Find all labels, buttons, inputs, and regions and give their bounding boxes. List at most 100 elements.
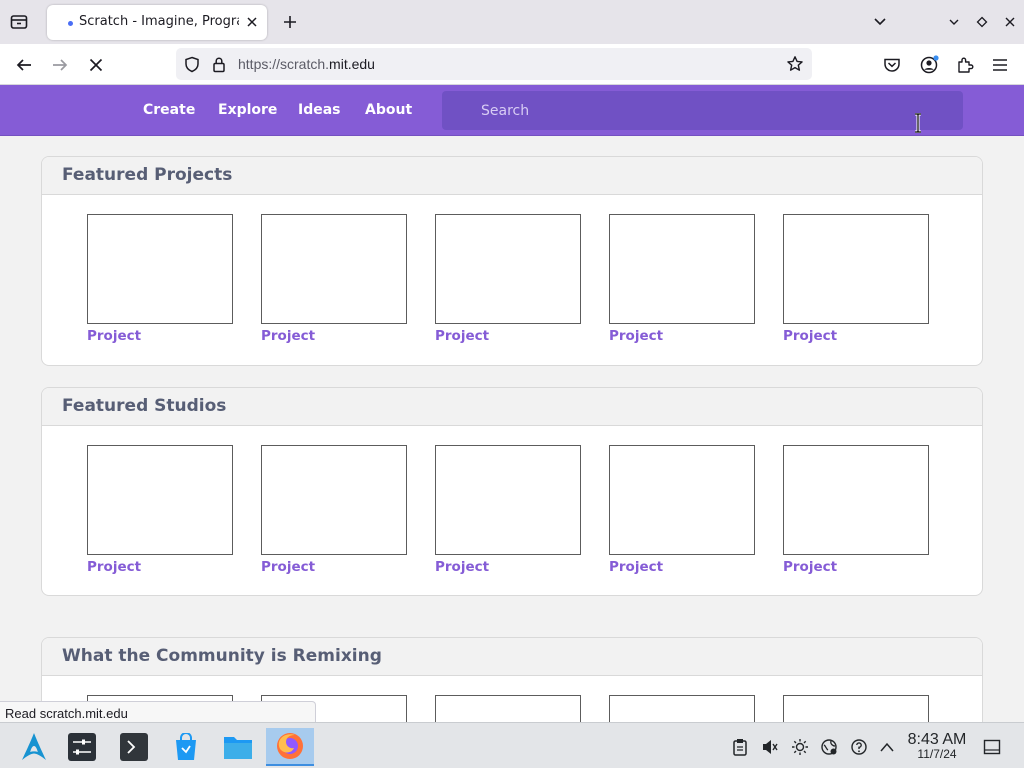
taskbar-files-app[interactable] [218, 728, 258, 766]
tab-list-icon [10, 15, 28, 29]
url-prefix: https://scratch. [238, 56, 330, 72]
forward-button[interactable] [48, 53, 72, 77]
project-tile[interactable] [783, 695, 929, 722]
browser-tab-strip: Scratch - Imagine, Program, Create [0, 0, 1024, 44]
extensions-button[interactable] [953, 53, 977, 77]
project-thumbnail[interactable] [609, 695, 755, 722]
list-all-tabs-button[interactable] [870, 12, 890, 32]
window-maximize-button[interactable] [972, 12, 992, 32]
network-icon[interactable] [819, 737, 839, 757]
project-thumbnail[interactable] [435, 214, 581, 324]
bookmark-star-button[interactable] [786, 55, 804, 73]
project-title-link[interactable]: Project [261, 328, 407, 344]
studio-thumbnail[interactable] [435, 445, 581, 555]
url-bar[interactable]: https://scratch.mit.edu [176, 48, 812, 80]
app-launcher-button[interactable] [14, 728, 54, 766]
studio-tile[interactable]: Project [783, 445, 929, 575]
window-minimize-button[interactable] [944, 12, 964, 32]
new-tab-button[interactable] [280, 12, 300, 32]
clock-date[interactable]: 11/7/24 [898, 747, 976, 761]
window-close-button[interactable] [1000, 12, 1020, 32]
show-desktop-icon[interactable] [982, 737, 1002, 757]
studio-title-link[interactable]: Project [783, 559, 929, 575]
terminal-icon [120, 733, 148, 761]
arch-logo-icon [22, 733, 46, 760]
tab-list-button[interactable] [6, 10, 32, 34]
studio-thumbnail[interactable] [87, 445, 233, 555]
account-button[interactable] [917, 53, 941, 77]
help-icon[interactable] [849, 737, 869, 757]
nav-explore-link[interactable]: Explore [218, 102, 277, 118]
project-tile[interactable] [435, 695, 581, 722]
clipboard-icon[interactable] [730, 737, 750, 757]
tab-title: Scratch - Imagine, Program, Create [79, 14, 239, 29]
close-icon [247, 17, 257, 27]
project-title-link[interactable]: Project [87, 328, 233, 344]
search-input[interactable] [442, 91, 963, 130]
brightness-icon[interactable] [790, 737, 810, 757]
project-thumbnail[interactable] [87, 214, 233, 324]
project-thumbnail[interactable] [261, 214, 407, 324]
browser-navigation-bar: https://scratch.mit.edu [0, 44, 1024, 85]
chevron-down-icon [874, 18, 886, 26]
project-tile[interactable]: Project [435, 214, 581, 344]
volume-muted-icon[interactable] [760, 737, 780, 757]
project-title-link[interactable]: Project [783, 328, 929, 344]
tab-close-button[interactable] [243, 13, 261, 31]
screen: Scratch - Imagine, Program, Create [0, 0, 1024, 768]
project-tile[interactable] [609, 695, 755, 722]
puzzle-icon [958, 57, 974, 73]
project-tile[interactable]: Project [87, 214, 233, 344]
taskbar-terminal-app[interactable] [114, 728, 154, 766]
search-box [442, 91, 963, 130]
project-thumbnail[interactable] [609, 214, 755, 324]
lock-icon[interactable] [210, 55, 228, 73]
tab-scratch[interactable]: Scratch - Imagine, Program, Create [47, 5, 267, 40]
project-title-link[interactable]: Project [435, 328, 581, 344]
studio-title-link[interactable]: Project [261, 559, 407, 575]
text-cursor-icon [915, 113, 921, 133]
taskbar-firefox-app[interactable] [266, 728, 314, 766]
taskbar-discover-app[interactable] [166, 728, 206, 766]
nav-ideas-link[interactable]: Ideas [298, 102, 341, 118]
project-thumbnail[interactable] [783, 214, 929, 324]
section-title: Featured Projects [62, 165, 233, 185]
studio-title-link[interactable]: Project [87, 559, 233, 575]
arrow-left-icon [16, 59, 31, 71]
section-header: What the Community is Remixing [42, 638, 982, 676]
studio-thumbnail[interactable] [261, 445, 407, 555]
project-tile[interactable]: Project [261, 214, 407, 344]
studio-thumbnail[interactable] [783, 445, 929, 555]
section-header: Featured Studios [42, 388, 982, 426]
folder-icon [224, 737, 252, 759]
studio-title-link[interactable]: Project [609, 559, 755, 575]
project-tile[interactable]: Project [609, 214, 755, 344]
back-button[interactable] [12, 53, 36, 77]
section-title: Featured Studios [62, 396, 227, 416]
chevron-up-icon[interactable] [877, 737, 897, 757]
featured-studios-section: Featured Studios Project Project Project… [41, 387, 983, 596]
project-title-link[interactable]: Project [609, 328, 755, 344]
stop-button[interactable] [84, 53, 108, 77]
studio-tile[interactable]: Project [435, 445, 581, 575]
shield-icon[interactable] [183, 55, 201, 73]
nav-create-link[interactable]: Create [143, 102, 195, 118]
nav-about-link[interactable]: About [365, 102, 412, 118]
project-tile[interactable]: Project [783, 214, 929, 344]
project-thumbnail[interactable] [783, 695, 929, 722]
pocket-button[interactable] [880, 53, 904, 77]
main-content: Featured Projects Project Project Projec… [0, 136, 1024, 722]
taskbar-settings-app[interactable] [62, 728, 102, 766]
account-icon [920, 55, 939, 74]
tab-loading-dot [68, 21, 73, 26]
studio-tile[interactable]: Project [87, 445, 233, 575]
close-icon [1005, 17, 1015, 27]
studio-title-link[interactable]: Project [435, 559, 581, 575]
studio-thumbnail[interactable] [609, 445, 755, 555]
studio-tile[interactable]: Project [609, 445, 755, 575]
project-thumbnail[interactable] [435, 695, 581, 722]
settings-sliders-icon [68, 733, 96, 761]
app-menu-button[interactable] [988, 53, 1012, 77]
studio-tile[interactable]: Project [261, 445, 407, 575]
close-icon [89, 58, 103, 72]
